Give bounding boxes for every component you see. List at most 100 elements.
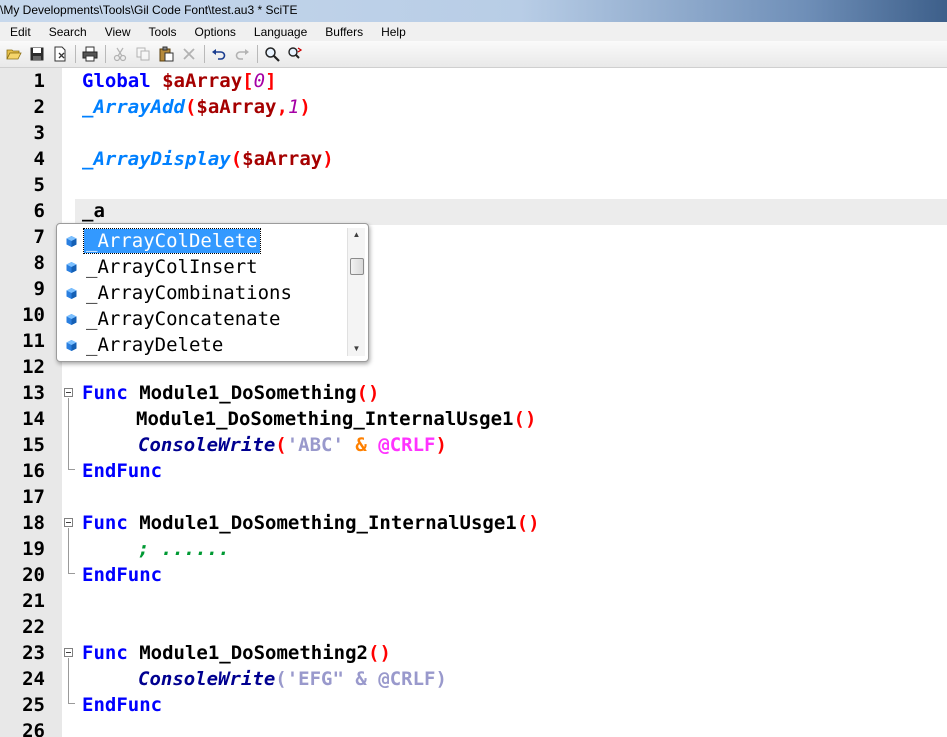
scroll-up-icon[interactable]: ▲ [348, 228, 365, 242]
autocomplete-item[interactable]: _ArrayColInsert [61, 254, 346, 280]
scroll-down-icon[interactable]: ▼ [348, 342, 365, 356]
cut-icon [113, 47, 127, 62]
line-number: 15 [22, 434, 45, 456]
menu-options[interactable]: Options [184, 25, 243, 39]
line-number: 10 [22, 304, 45, 326]
undo-icon [212, 49, 226, 60]
code-line-14: Module1_DoSomething_InternalUsge1() [136, 406, 536, 432]
redo-icon [235, 49, 249, 60]
paren: ( [184, 96, 197, 118]
line-number: 17 [22, 486, 45, 508]
open-icon [6, 49, 22, 60]
bracket: [ [242, 70, 254, 92]
close-file-button[interactable] [49, 43, 71, 65]
paren: () [516, 512, 540, 534]
keyword: EndFunc [82, 694, 163, 716]
scrollbar-thumb[interactable] [350, 258, 364, 275]
comment: ; ...... [138, 538, 230, 560]
line-number: 19 [22, 538, 45, 560]
menu-tools[interactable]: Tools [138, 25, 184, 39]
find-button[interactable] [261, 43, 283, 65]
paren: ) [435, 434, 447, 456]
number: 0 [253, 70, 266, 92]
code-line-1: Global $aArray[0] [82, 68, 277, 94]
open-button[interactable] [3, 43, 25, 65]
autocomplete-item-label: _ArrayDelete [86, 334, 224, 356]
code-line-23: Func Module1_DoSomething2() [82, 640, 391, 666]
copy-button[interactable] [132, 43, 154, 65]
code-line-24: ConsoleWrite('EFG" & @CRLF) [138, 666, 447, 692]
toolbar-separator [204, 45, 205, 63]
code-line-25: EndFunc [82, 692, 162, 718]
line-number: 14 [22, 408, 45, 430]
autocomplete-item[interactable]: _ArrayConcatenate [61, 306, 346, 332]
code-line-20: EndFunc [82, 562, 162, 588]
function-cube-icon [66, 339, 77, 351]
find-icon [265, 47, 280, 62]
variable: $aArray [242, 148, 323, 170]
fold-end [68, 469, 75, 470]
function-name: Module1_DoSomething_InternalUsge1 [139, 512, 517, 534]
delete-icon [183, 48, 195, 60]
builtin-function: ConsoleWrite [138, 668, 276, 690]
scite-window: \My Developments\Tools\Gil Code Font\tes… [0, 0, 947, 737]
undo-button[interactable] [208, 43, 230, 65]
replace-button[interactable] [284, 43, 306, 65]
autocomplete-item-label: _ArrayCombinations [86, 282, 292, 304]
cut-button[interactable] [109, 43, 131, 65]
code-line-13: Func Module1_DoSomething() [82, 380, 379, 406]
copy-icon [136, 47, 150, 61]
line-number: 13 [22, 382, 45, 404]
keyword: Func [82, 642, 128, 664]
code-line-2: _ArrayAdd($aArray,1) [82, 94, 311, 120]
code-line-4: _ArrayDisplay($aArray) [82, 146, 334, 172]
macro: @CRLF [378, 434, 436, 456]
string: 'ABC' [286, 434, 344, 456]
paren: ) [322, 148, 334, 170]
save-button[interactable] [26, 43, 48, 65]
keyword: Func [82, 512, 128, 534]
autocomplete-scrollbar[interactable]: ▲ ▼ [347, 228, 365, 356]
function-cube-icon [66, 261, 77, 273]
line-number: 18 [22, 512, 45, 534]
function-call: Module1_DoSomething_InternalUsge1 [136, 408, 514, 430]
title-bar[interactable]: \My Developments\Tools\Gil Code Font\tes… [0, 0, 947, 23]
paren: ) [435, 668, 447, 690]
udf-call: _ArrayAdd [82, 96, 185, 118]
menu-view[interactable]: View [94, 25, 138, 39]
line-number: 9 [33, 278, 45, 300]
paren: ( [275, 434, 287, 456]
keyword: Global [82, 70, 151, 92]
menu-buffers[interactable]: Buffers [314, 25, 370, 39]
code-editor[interactable]: 1 2 3 4 5 6 7 8 9 10 11 12 13 14 15 16 1… [0, 68, 947, 737]
code-line-6: _a [82, 198, 105, 224]
autocomplete-item[interactable]: _ArrayCombinations [61, 280, 346, 306]
autocomplete-item[interactable]: _ArrayDelete [61, 332, 346, 358]
menu-edit[interactable]: Edit [0, 25, 38, 39]
menu-help[interactable]: Help [370, 25, 413, 39]
redo-button[interactable] [231, 43, 253, 65]
delete-button[interactable] [178, 43, 200, 65]
paste-button[interactable] [155, 43, 177, 65]
line-number: 6 [33, 200, 45, 222]
fold-toggle[interactable] [64, 388, 73, 397]
paren: () [368, 642, 391, 664]
toolbar-separator [75, 45, 76, 63]
current-line-highlight [75, 199, 947, 225]
line-number: 20 [22, 564, 45, 586]
paren: () [513, 408, 537, 430]
fold-line [68, 658, 69, 703]
typed-text: _a [82, 200, 105, 222]
toolbar-separator [257, 45, 258, 63]
function-cube-icon [66, 313, 77, 325]
print-button[interactable] [79, 43, 101, 65]
menu-language[interactable]: Language [243, 25, 314, 39]
fold-toggle[interactable] [64, 518, 73, 527]
line-number: 23 [22, 642, 45, 664]
paste-icon [159, 46, 174, 62]
autocomplete-list[interactable]: _ArrayColDelete _ArrayColInsert _ArrayCo… [56, 223, 369, 362]
autocomplete-item[interactable]: _ArrayColDelete [61, 228, 346, 254]
menu-search[interactable]: Search [38, 25, 94, 39]
close-file-icon [54, 46, 66, 62]
fold-toggle[interactable] [64, 648, 73, 657]
